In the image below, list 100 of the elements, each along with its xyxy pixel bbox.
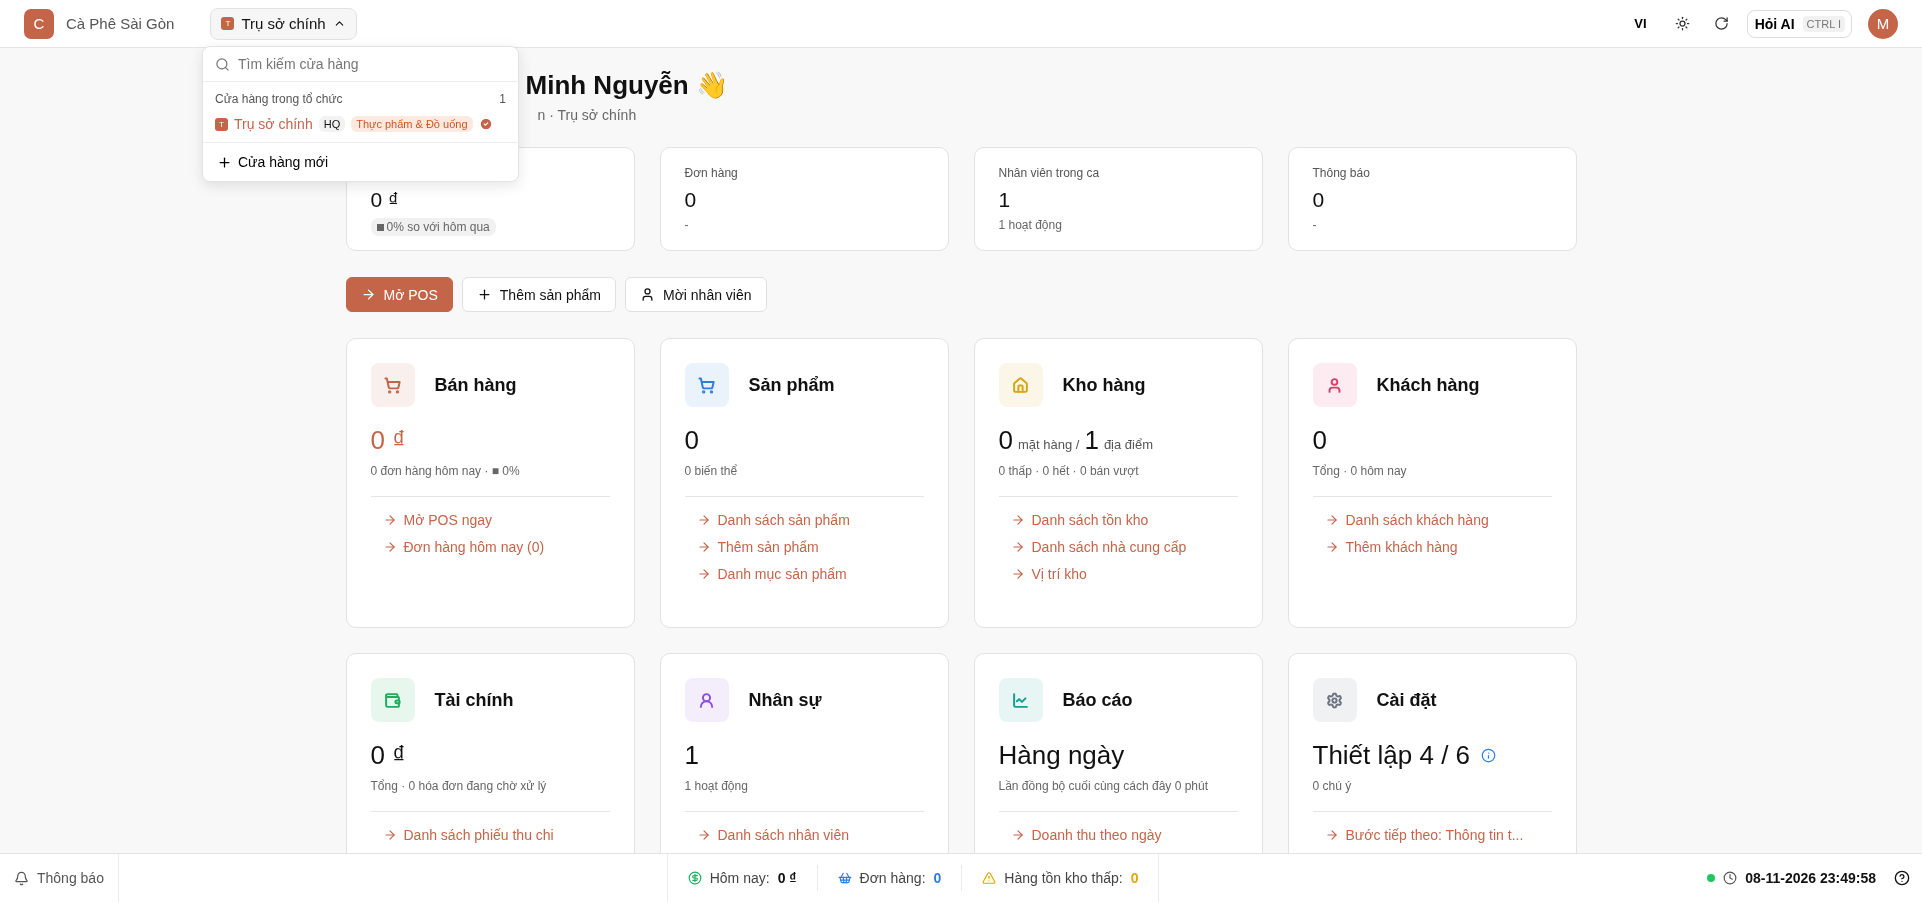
action-button[interactable]: Mời nhân viên	[625, 277, 767, 312]
module-subtitle: 0 thấp · 0 hết · 0 bán vượt	[998, 464, 1238, 497]
module-value: 0	[684, 425, 699, 456]
stat-value: 0	[684, 188, 698, 212]
basket-icon	[837, 871, 852, 885]
stat-value: 1	[998, 188, 1012, 212]
module-title: Sản phẩm	[748, 374, 835, 396]
arrow-right-icon	[1010, 567, 1025, 581]
stat-label: Nhân viên trong ca	[998, 166, 1100, 180]
user-avatar[interactable]: M	[1868, 8, 1898, 39]
action-button[interactable]: Thêm sản phẩm	[461, 277, 616, 312]
user-icon	[640, 287, 655, 302]
today-label: Hôm nay:	[709, 870, 770, 886]
stat-label: Đơn hàng	[684, 166, 738, 180]
language-button[interactable]: VI	[1624, 10, 1657, 37]
dollar-icon	[687, 871, 702, 885]
store-item[interactable]: T Trụ sở chính HQ Thực phẩm & Đồ uống	[203, 110, 518, 143]
stat-value: 0	[1312, 188, 1326, 212]
arrow-right-icon	[1010, 828, 1025, 842]
stat-value: 0 ₫	[370, 188, 400, 212]
comparison-badge: 0% so với hôm qua	[370, 218, 496, 236]
orders-value: 0	[933, 870, 942, 886]
module-value: 1	[1084, 425, 1099, 456]
module-title: Kho hàng	[1062, 374, 1146, 396]
module-link[interactable]: Danh sách nhân viên	[696, 827, 912, 843]
value-unit: địa điểm	[1103, 437, 1153, 452]
module-title: Bán hàng	[434, 374, 517, 396]
module-subtitle: 0 chú ý	[1312, 779, 1552, 812]
module-link[interactable]: Danh sách khách hàng	[1324, 512, 1540, 528]
check-icon	[478, 117, 493, 131]
help-icon[interactable]	[1894, 870, 1910, 886]
clock-icon	[1723, 871, 1738, 885]
module-link[interactable]: Bước tiếp theo: Thông tin t...	[1324, 827, 1540, 843]
module-title: Nhân sự	[748, 689, 822, 711]
today-value: 0 ₫	[777, 870, 797, 886]
store-name: Trụ sở chính	[234, 116, 313, 132]
stat-note: 1 hoạt động	[998, 218, 1062, 232]
arrow-right-icon	[696, 513, 711, 527]
plus-icon	[217, 154, 232, 170]
new-store-button[interactable]: Cửa hàng mới	[203, 143, 518, 181]
arrow-right-icon	[1010, 513, 1025, 527]
plus-icon	[476, 287, 492, 302]
sun-icon	[1674, 16, 1690, 31]
module-subtitle: Tổng · 0 hôm nay	[1312, 464, 1552, 497]
store-badge: T	[221, 17, 235, 30]
module-subtitle: 1 hoạt động	[684, 779, 924, 812]
module-title: Tài chính	[434, 689, 514, 711]
module-value: Hàng ngày	[998, 740, 1125, 771]
stat-note: -	[684, 218, 689, 232]
arrow-right-icon	[696, 828, 711, 842]
category-tag: Thực phẩm & Đồ uống	[351, 116, 473, 132]
orders-label: Đơn hàng:	[859, 870, 926, 886]
low-stock-label: Hàng tồn kho thấp:	[1004, 870, 1123, 886]
arrow-right-icon	[360, 287, 376, 302]
stat-note: -	[1312, 218, 1317, 232]
low-stock-value: 0	[1130, 870, 1139, 886]
hq-tag: HQ	[318, 116, 346, 132]
module-title: Khách hàng	[1376, 374, 1480, 396]
module-value: 1	[684, 740, 699, 771]
arrow-right-icon	[696, 540, 711, 554]
module-link[interactable]: Mở POS ngay	[382, 512, 598, 528]
notifications-button[interactable]: Thông báo	[0, 854, 119, 902]
action-button[interactable]: Mở POS	[345, 277, 453, 312]
module-link[interactable]: Thêm khách hàng	[1324, 539, 1540, 555]
brand-name: Cà Phê Sài Gòn	[66, 15, 175, 32]
greeting-title: Minh Nguyễn 👋	[525, 70, 729, 101]
module-link[interactable]: Danh mục sản phẩm	[696, 566, 912, 582]
info-icon[interactable]	[1481, 748, 1497, 763]
module-value: Thiết lập 4 / 6	[1312, 740, 1471, 771]
module-title: Báo cáo	[1062, 689, 1133, 711]
arrow-right-icon	[1010, 540, 1025, 554]
module-link[interactable]: Danh sách sản phẩm	[696, 512, 912, 528]
module-subtitle: Lần đồng bộ cuối cùng cách đây 0 phút	[998, 779, 1238, 812]
module-value: 0 ₫	[370, 740, 406, 771]
search-icon	[215, 56, 230, 72]
shortcut-hint: CTRL I	[1802, 15, 1845, 32]
section-title: Cửa hàng trong tổ chức	[215, 92, 343, 106]
module-link[interactable]: Đơn hàng hôm nay (0)	[382, 539, 598, 555]
module-subtitle: 0 đơn hàng hôm nay · ■ 0%	[370, 464, 610, 497]
store-search-field[interactable]: Tìm kiếm cửa hàng	[236, 55, 506, 73]
store-badge: T	[215, 117, 228, 131]
greeting-subtitle: n · Trụ sở chính	[536, 107, 638, 123]
warning-icon	[982, 871, 997, 885]
module-link[interactable]: Danh sách phiếu thu chi	[382, 827, 598, 843]
module-link[interactable]: Thêm sản phẩm	[696, 539, 912, 555]
value-unit: mặt hàng /	[1017, 437, 1080, 452]
module-link[interactable]: Danh sách nhà cung cấp	[1010, 539, 1226, 555]
module-title: Cài đặt	[1376, 689, 1437, 711]
module-subtitle: Tổng · 0 hóa đơn đang chờ xử lý	[370, 779, 610, 812]
module-link[interactable]: Danh sách tồn kho	[1010, 512, 1226, 528]
module-value: 0	[998, 425, 1013, 456]
module-link[interactable]: Doanh thu theo ngày	[1010, 827, 1226, 843]
ask-ai-button[interactable]: Hỏi AI CTRL I	[1746, 9, 1852, 38]
stat-label: Thông báo	[1312, 166, 1370, 180]
store-switcher[interactable]: T Trụ sở chính	[210, 7, 357, 40]
brand-logo: C	[24, 8, 54, 39]
module-link[interactable]: Vị trí kho	[1010, 566, 1226, 582]
bell-icon	[14, 870, 29, 886]
module-subtitle: 0 biến thể	[684, 464, 924, 497]
refresh-icon	[1713, 16, 1729, 31]
